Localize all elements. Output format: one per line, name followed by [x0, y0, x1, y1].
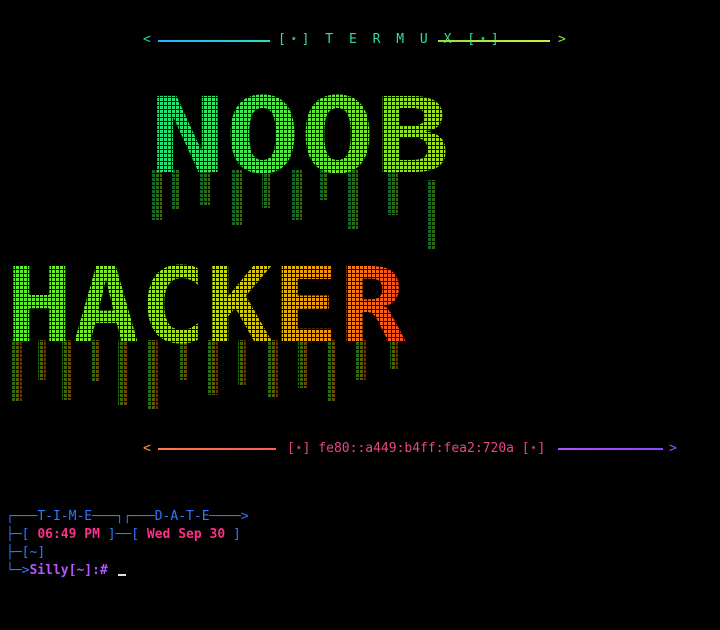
prompt-time: 06:49 PM: [37, 527, 100, 542]
prompt-input-row[interactable]: └─>Silly[~]:#: [6, 562, 249, 580]
banner-line-noob: NOOB: [150, 75, 450, 197]
ip-address-line: < [⋆] fe80::a449:b4ff:fea2:720a [⋆] >: [0, 440, 720, 460]
ip-divider-right: [558, 448, 663, 450]
shell-prompt[interactable]: ┌───T-I-M-E───┐┌───D-A-T-E────> ├─[ 06:4…: [6, 508, 249, 580]
prompt-user: Silly: [29, 563, 69, 578]
banner-text: NOOB HACKER: [6, 75, 450, 367]
prompt-datetime-row: ├─[ 06:49 PM ]──[ Wed Sep 30 ]: [6, 527, 241, 542]
prompt-labels-row: ┌───T-I-M-E───┐┌───D-A-T-E────>: [6, 509, 249, 524]
prompt-cwd-row: ├─[~]: [6, 545, 46, 560]
header-left-arrow: <: [143, 32, 154, 47]
header-divider-left: [158, 40, 270, 42]
ip-right-arrow: >: [669, 441, 677, 456]
time-label: T-I-M-E: [37, 509, 93, 524]
ascii-banner: NOOB HACKER: [0, 70, 720, 430]
termux-header: < [⋆] T E R M U X [⋆] >: [0, 30, 720, 52]
prompt-symbol: #: [99, 563, 108, 578]
header-divider-right: [438, 40, 550, 42]
text-cursor[interactable]: [117, 574, 126, 576]
terminal-screen[interactable]: { "header": { "left_arrow": "<", "title"…: [0, 0, 720, 630]
banner-line-hacker: HACKER: [6, 245, 406, 367]
ip-left-arrow: <: [143, 441, 151, 456]
prompt-date: Wed Sep 30: [146, 527, 226, 542]
date-label: D-A-T-E: [154, 509, 210, 524]
ip-divider-left: [158, 448, 276, 450]
header-right-arrow: >: [558, 32, 569, 47]
ip-address: [⋆] fe80::a449:b4ff:fea2:720a [⋆]: [287, 441, 546, 456]
